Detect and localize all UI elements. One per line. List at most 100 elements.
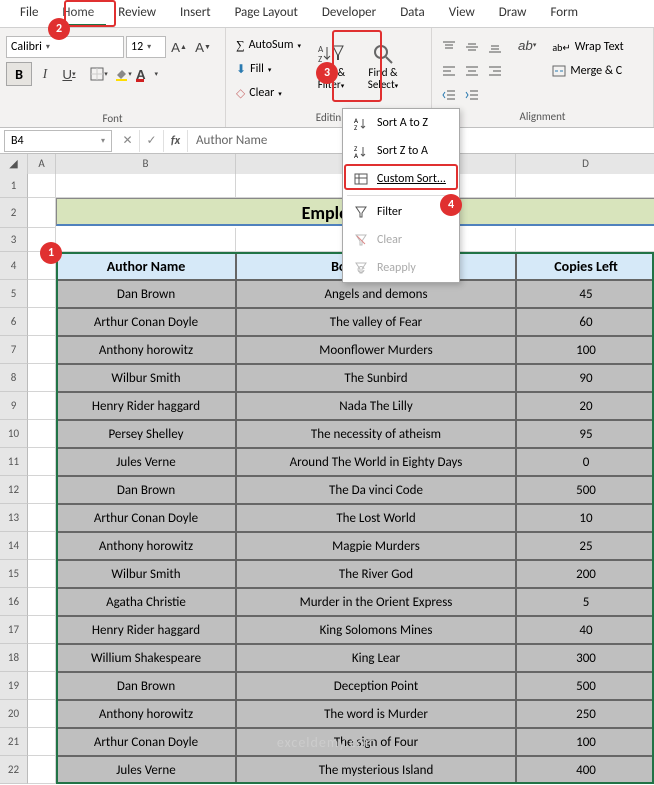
cell-copies[interactable]: 40: [516, 616, 654, 644]
row-header[interactable]: 2: [0, 198, 28, 228]
cell-book[interactable]: King Solomons Mines: [236, 616, 516, 644]
fill-button[interactable]: ⬇Fill▾: [232, 58, 305, 80]
cell-author[interactable]: Dan Brown: [56, 476, 236, 504]
grow-font-button[interactable]: A▲: [168, 36, 190, 58]
borders-button[interactable]: ▾: [88, 63, 110, 85]
find-select-button[interactable]: Find & Select▾: [357, 30, 409, 100]
merge-center-button[interactable]: Merge & C: [548, 60, 627, 82]
tab-page-layout[interactable]: Page Layout: [223, 0, 310, 27]
cell-book[interactable]: Nada The Lilly: [236, 392, 516, 420]
cell-author[interactable]: Henry Rider haggard: [56, 616, 236, 644]
row-header[interactable]: 17: [0, 616, 28, 644]
cell-copies[interactable]: 200: [516, 560, 654, 588]
tab-data[interactable]: Data: [388, 0, 437, 27]
cell-author[interactable]: Wilbur Smith: [56, 364, 236, 392]
align-bottom-button[interactable]: [484, 36, 506, 58]
tab-form[interactable]: Form: [538, 0, 590, 27]
cell-author[interactable]: Anthony horowitz: [56, 336, 236, 364]
row-header[interactable]: 5: [0, 280, 28, 308]
cell-copies[interactable]: 500: [516, 672, 654, 700]
cell[interactable]: [28, 336, 56, 364]
cell-book[interactable]: Magpie Murders: [236, 532, 516, 560]
row-header[interactable]: 7: [0, 336, 28, 364]
accept-formula-button[interactable]: ✓: [140, 130, 164, 152]
row-header[interactable]: 13: [0, 504, 28, 532]
italic-button[interactable]: I: [34, 63, 56, 85]
header-author[interactable]: Author Name: [56, 252, 236, 280]
row-header[interactable]: 8: [0, 364, 28, 392]
cell-book[interactable]: The River God: [236, 560, 516, 588]
cell[interactable]: [56, 174, 236, 198]
cell-copies[interactable]: 100: [516, 336, 654, 364]
cell-author[interactable]: Jules Verne: [56, 756, 236, 784]
bold-button[interactable]: B: [6, 62, 32, 86]
align-center-button[interactable]: [461, 60, 483, 82]
row-header[interactable]: 1: [0, 174, 28, 198]
col-a[interactable]: A: [28, 154, 56, 175]
cell-author[interactable]: Persey Shelley: [56, 420, 236, 448]
cell-author[interactable]: Arthur Conan Doyle: [56, 504, 236, 532]
cell-copies[interactable]: 400: [516, 756, 654, 784]
cell[interactable]: [28, 700, 56, 728]
cell-book[interactable]: The Sunbird: [236, 364, 516, 392]
menu-custom-sort[interactable]: Custom Sort...: [343, 165, 459, 193]
cell-author[interactable]: Willium Shakespeare: [56, 644, 236, 672]
autosum-button[interactable]: ∑AutoSum▾: [232, 34, 305, 56]
cell-book[interactable]: The valley of Fear: [236, 308, 516, 336]
cell-copies[interactable]: 45: [516, 280, 654, 308]
cell-book[interactable]: Around The World in Eighty Days: [236, 448, 516, 476]
cell[interactable]: [28, 308, 56, 336]
cell-copies[interactable]: 90: [516, 364, 654, 392]
cell-author[interactable]: Dan Brown: [56, 672, 236, 700]
cell[interactable]: [28, 756, 56, 784]
cell[interactable]: [28, 504, 56, 532]
col-b[interactable]: B: [56, 154, 236, 175]
wrap-text-button[interactable]: ab↵Wrap Text: [548, 36, 627, 58]
row-header[interactable]: 18: [0, 644, 28, 672]
tab-review[interactable]: Review: [106, 0, 168, 27]
align-middle-button[interactable]: [461, 36, 483, 58]
cell-book[interactable]: The necessity of atheism: [236, 420, 516, 448]
cell-book[interactable]: The mysterious Island: [236, 756, 516, 784]
cell-copies[interactable]: 500: [516, 476, 654, 504]
cell-copies[interactable]: 5: [516, 588, 654, 616]
cell-book[interactable]: The Lost World: [236, 504, 516, 532]
tab-developer[interactable]: Developer: [310, 0, 388, 27]
cell[interactable]: [516, 174, 654, 198]
cell-author[interactable]: Agatha Christie: [56, 588, 236, 616]
select-all-corner[interactable]: ◢: [0, 154, 28, 175]
orientation-button[interactable]: ab▾: [514, 34, 540, 56]
cell[interactable]: [28, 280, 56, 308]
cell-copies[interactable]: 300: [516, 644, 654, 672]
cell-book[interactable]: Murder in the Orient Express: [236, 588, 516, 616]
cell[interactable]: [28, 476, 56, 504]
row-header[interactable]: 9: [0, 392, 28, 420]
cell[interactable]: [28, 532, 56, 560]
row-header[interactable]: 6: [0, 308, 28, 336]
cell[interactable]: [56, 228, 236, 252]
increase-indent-button[interactable]: [461, 84, 483, 106]
cell-copies[interactable]: 100: [516, 728, 654, 756]
cell-copies[interactable]: 60: [516, 308, 654, 336]
cell-book[interactable]: The word is Murder: [236, 700, 516, 728]
col-d[interactable]: D: [516, 154, 654, 175]
tab-insert[interactable]: Insert: [168, 0, 223, 27]
cell[interactable]: [28, 588, 56, 616]
cell-author[interactable]: Arthur Conan Doyle: [56, 728, 236, 756]
row-header[interactable]: 21: [0, 728, 28, 756]
cell-copies[interactable]: 25: [516, 532, 654, 560]
header-copies[interactable]: Copies Left: [516, 252, 654, 280]
cell[interactable]: [28, 174, 56, 198]
cell-copies[interactable]: 95: [516, 420, 654, 448]
cell-author[interactable]: Arthur Conan Doyle: [56, 308, 236, 336]
cell[interactable]: [516, 228, 654, 252]
cell-author[interactable]: Jules Verne: [56, 448, 236, 476]
clear-button[interactable]: ◇Clear▾: [232, 82, 305, 104]
name-box[interactable]: B4▾: [4, 130, 112, 152]
fill-color-button[interactable]: ▾: [112, 63, 134, 85]
cell[interactable]: [28, 616, 56, 644]
row-header[interactable]: 22: [0, 756, 28, 784]
menu-sort-za[interactable]: ZASort Z to A: [343, 137, 459, 165]
cell[interactable]: [28, 644, 56, 672]
cell-author[interactable]: Anthony horowitz: [56, 700, 236, 728]
